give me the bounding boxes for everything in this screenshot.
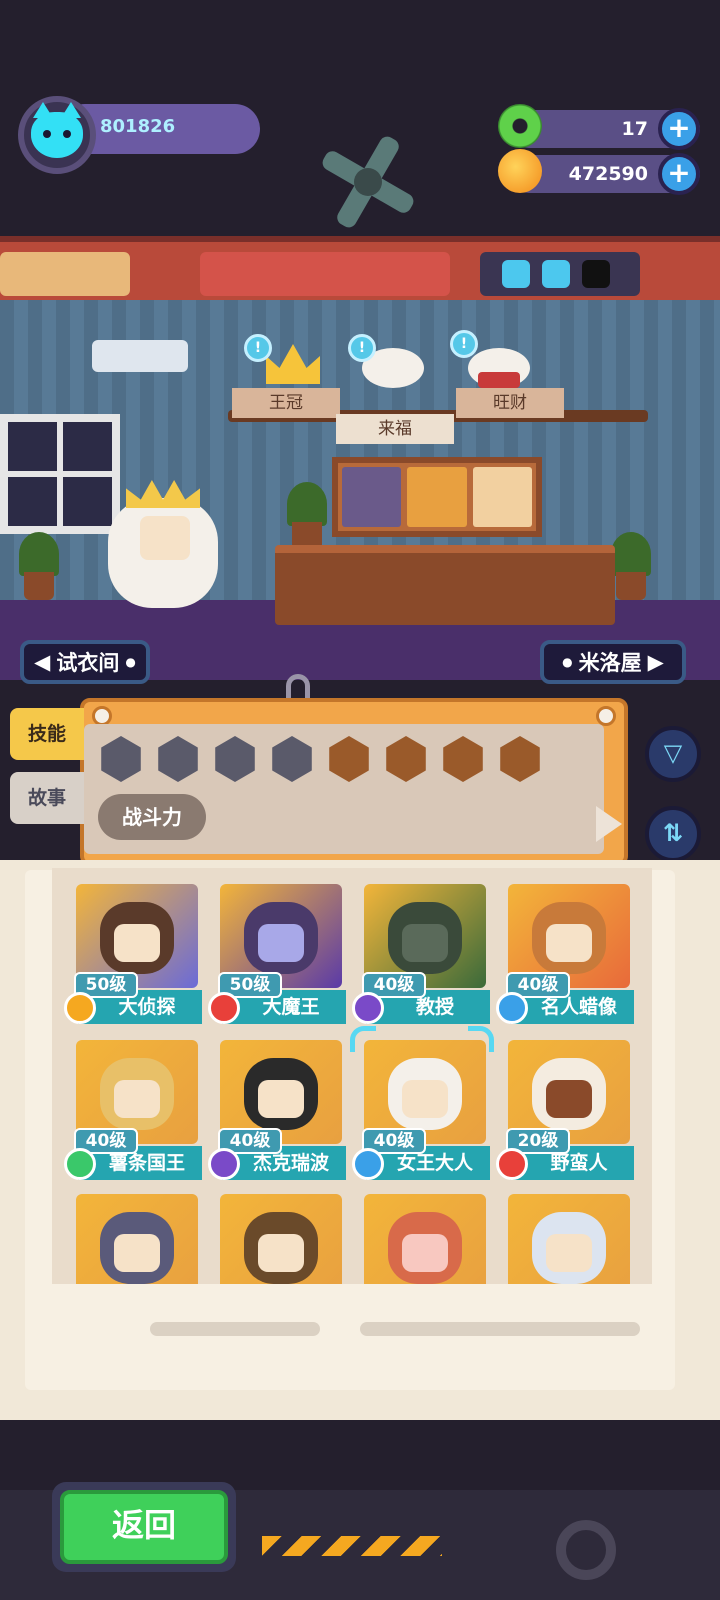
room-window (0, 414, 120, 534)
panel-rivet (92, 706, 112, 726)
selection-corner (468, 1026, 494, 1052)
top-shelf (0, 236, 720, 302)
add-gems-button[interactable]: + (658, 108, 700, 150)
portrait-frame[interactable] (332, 457, 542, 537)
tab-story[interactable]: 故事 (10, 772, 84, 824)
selection-corner (350, 1026, 376, 1052)
shelf-box (200, 252, 450, 296)
scroll-right-icon[interactable] (596, 806, 622, 842)
pet-label-laifu: 来福 (336, 414, 454, 444)
character-card[interactable] (68, 1186, 200, 1284)
milo-house-label: 米洛屋 (578, 651, 642, 675)
purple-hex-badge-icon (208, 1148, 240, 1180)
frame-portrait-1 (342, 467, 402, 527)
gold-hex-badge-icon (64, 992, 96, 1024)
coin-value: 472590 (568, 163, 648, 185)
planet-coin-icon (498, 149, 542, 193)
coin-counter: 472590 + (498, 149, 700, 195)
plant-icon (14, 530, 64, 600)
energy-cell-icon (542, 260, 570, 288)
red-shield-badge-icon (208, 992, 240, 1024)
character-card[interactable] (356, 1186, 488, 1284)
arrow-left-icon: ◀ (34, 650, 51, 674)
character-grid: 大侦探 50级 大魔王 50级 教授 40级 名人蜡像 40级 薯条国王 40级 (52, 868, 652, 1284)
dot-icon: ● (125, 655, 136, 669)
pet-label-crown: 王冠 (232, 388, 340, 418)
gem-counter: 17 + (498, 104, 700, 150)
filter-button[interactable]: ▽ (645, 726, 701, 782)
swap-arrows-icon: ⇅ (662, 819, 684, 847)
current-character[interactable] (108, 480, 218, 610)
blurred-text (360, 1322, 640, 1336)
milo-house-button[interactable]: ● 米洛屋 ▶ (540, 640, 686, 684)
back-button[interactable]: 返回 (52, 1482, 236, 1572)
power-sort-chip[interactable]: 战斗力 (98, 794, 206, 840)
pet-label-wangcai: 旺财 (456, 388, 564, 418)
notice-bubble-icon[interactable]: ! (244, 334, 272, 362)
donut-gem-icon (498, 104, 542, 148)
notice-bubble-icon[interactable]: ! (348, 334, 376, 362)
character-card[interactable]: 大侦探 50级 (64, 876, 202, 1026)
cat-avatar-icon (31, 102, 83, 158)
add-coins-button[interactable]: + (658, 153, 700, 195)
character-card[interactable]: 薯条国王 40级 (64, 1032, 202, 1182)
notice-bubble-icon[interactable]: ! (450, 330, 478, 358)
sort-button[interactable]: ⇅ (645, 806, 701, 862)
energy-cell-empty-icon (582, 260, 610, 288)
gem-value: 17 (621, 118, 648, 140)
crown-icon (126, 480, 200, 508)
dot-icon: ● (562, 655, 573, 669)
fan-icon (318, 132, 418, 232)
fitting-room-label: 试衣间 (56, 651, 120, 675)
red-shield-badge-icon (496, 1148, 528, 1180)
character-card[interactable]: 教授 40级 (352, 876, 490, 1026)
player-uid: 801826 (100, 116, 176, 137)
projector-icon (92, 340, 188, 372)
blurred-text (150, 1322, 320, 1336)
fitting-room-button[interactable]: ◀ 试衣间 ● (20, 640, 150, 684)
game-screen: ! ! ! 王冠 来福 旺财 ◀ 试衣间 ● ● 米洛屋 ▶ 801826 17… (0, 0, 720, 1600)
crown-icon (266, 344, 320, 384)
shelf-vent (0, 252, 130, 296)
character-card[interactable]: 杰克瑞波 40级 (208, 1032, 346, 1182)
energy-cell-icon (502, 260, 530, 288)
tab-skills[interactable]: 技能 (10, 708, 84, 760)
cog-icon (556, 1520, 616, 1580)
blue-shield-badge-icon (496, 992, 528, 1024)
character-card[interactable]: 大魔王 50级 (208, 876, 346, 1026)
character-card[interactable]: 名人蜡像 40级 (496, 876, 634, 1026)
player-avatar[interactable] (18, 96, 96, 174)
green-shield-badge-icon (64, 1148, 96, 1180)
hazard-stripe (262, 1536, 442, 1556)
panel-rivet (596, 706, 616, 726)
energy-panel (480, 252, 640, 296)
frame-portrait-3 (472, 467, 532, 527)
desk (275, 545, 615, 625)
blue-hex-badge-icon (352, 1148, 384, 1180)
plant-icon (282, 480, 332, 550)
character-card[interactable] (500, 1186, 632, 1284)
arrow-right-icon: ▶ (647, 650, 664, 674)
character-card[interactable]: 野蛮人 20级 (496, 1032, 634, 1182)
purple-hex-badge-icon (352, 992, 384, 1024)
frame-portrait-2 (407, 467, 467, 527)
character-card[interactable] (212, 1186, 344, 1284)
character-card-selected[interactable]: 女王大人 40级 (350, 1026, 494, 1182)
funnel-icon: ▽ (663, 739, 683, 767)
back-label: 返回 (60, 1490, 228, 1564)
